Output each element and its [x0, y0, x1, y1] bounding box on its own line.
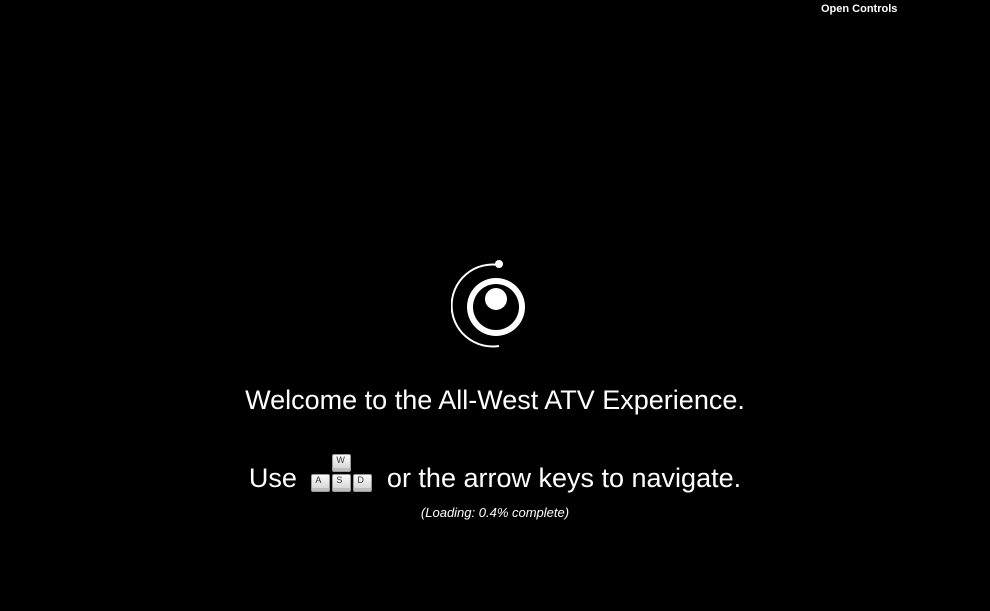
wasd-keys-icon: W A S D — [311, 453, 373, 494]
key-s-icon: S — [332, 473, 352, 492]
viewer-stage[interactable]: Open Controls Welcome to the All-West AT… — [0, 0, 990, 611]
open-controls-button[interactable]: Open Controls — [821, 2, 897, 16]
key-d-icon: D — [353, 473, 373, 492]
navigation-prefix: Use — [248, 462, 297, 493]
loading-status: (Loading: 0.4% complete) — [420, 505, 570, 520]
welcome-message: Welcome to the All-West ATV Experience. — [245, 385, 745, 415]
key-a-icon: A — [311, 473, 331, 492]
navigation-suffix: or the arrow keys to navigate. — [386, 462, 742, 493]
navigation-instructions: Use W A S D or the arrow keys to navigat… — [0, 453, 990, 498]
eye-orbit-logo-icon — [451, 260, 525, 348]
key-w-icon: W — [332, 453, 352, 472]
